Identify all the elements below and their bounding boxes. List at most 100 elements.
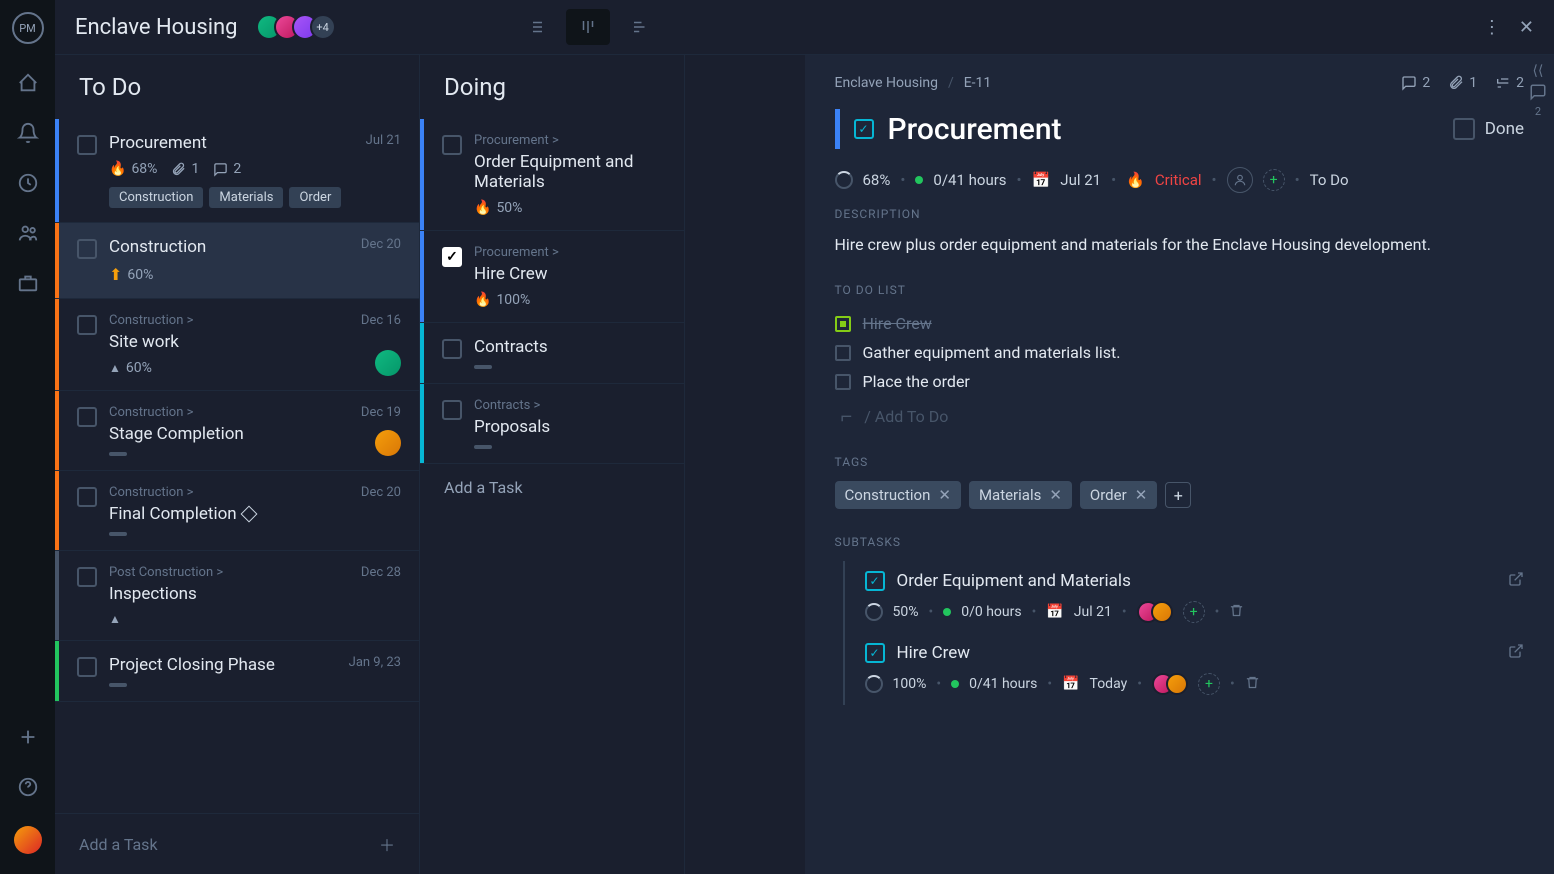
task-checkbox[interactable]: [77, 567, 97, 587]
home-icon[interactable]: [17, 72, 39, 94]
task-checkbox[interactable]: [77, 407, 97, 427]
task-checkbox[interactable]: [77, 135, 97, 155]
calendar-icon: 📅: [1062, 676, 1079, 692]
subtask-title: Hire Crew: [897, 643, 1497, 663]
remove-tag-icon[interactable]: ✕: [938, 486, 951, 504]
card-parent: Procurement >: [474, 133, 666, 148]
card-parent: Procurement >: [474, 245, 666, 260]
todolist-label: To Do List: [835, 283, 1525, 297]
task-card[interactable]: Procurement 🔥68%12 ConstructionMaterials…: [55, 119, 419, 223]
task-type-icon: [854, 119, 874, 139]
attachments-count[interactable]: 1: [1448, 75, 1477, 91]
task-title[interactable]: Procurement: [888, 112, 1439, 147]
breadcrumb-project[interactable]: Enclave Housing: [835, 75, 938, 91]
status[interactable]: To Do: [1310, 171, 1349, 189]
todo-checkbox[interactable]: [835, 345, 851, 361]
description-text[interactable]: Hire crew plus order equipment and mater…: [835, 233, 1525, 257]
app-logo: PM: [12, 12, 44, 44]
add-assignee-button[interactable]: +: [1198, 673, 1220, 695]
todo-checkbox[interactable]: [835, 374, 851, 390]
card-avatar: [375, 430, 401, 456]
milestone-icon: [240, 506, 257, 523]
subtask-item[interactable]: Hire Crew 100%• 0/41 hours• 📅Today• +•: [843, 633, 1525, 705]
task-card[interactable]: Construction > Site work ▲60% Dec 16: [55, 299, 419, 391]
delete-subtask-icon[interactable]: [1245, 675, 1260, 694]
card-parent: Construction >: [109, 485, 401, 500]
kanban-board: To Do Procurement 🔥68%12 ConstructionMat…: [55, 55, 805, 874]
add-icon[interactable]: [17, 726, 39, 748]
task-card[interactable]: Construction > Stage Completion Dec 19: [55, 391, 419, 471]
board-view-icon[interactable]: [566, 9, 610, 45]
task-card[interactable]: Construction > Final Completion Dec 20: [55, 471, 419, 551]
task-card[interactable]: Procurement > Order Equipment and Materi…: [420, 119, 684, 231]
view-switcher: [514, 9, 662, 45]
remove-tag-icon[interactable]: ✕: [1135, 486, 1148, 504]
app-sidebar: PM: [0, 0, 55, 874]
task-checkbox[interactable]: [77, 315, 97, 335]
card-date: Dec 28: [361, 565, 401, 580]
task-card[interactable]: Post Construction > Inspections ▲ Dec 28: [55, 551, 419, 641]
task-checkbox[interactable]: [77, 657, 97, 677]
fire-icon: 🔥: [1126, 171, 1145, 189]
delete-subtask-icon[interactable]: [1229, 603, 1244, 622]
close-icon[interactable]: ✕: [1519, 17, 1534, 38]
task-checkbox[interactable]: [442, 400, 462, 420]
user-avatar[interactable]: [14, 826, 42, 854]
card-color-bar: [55, 641, 59, 701]
bell-icon[interactable]: [17, 122, 39, 144]
help-icon[interactable]: [17, 776, 39, 798]
percent: 68%: [863, 171, 891, 189]
task-card[interactable]: Project Closing Phase Jan 9, 23: [55, 641, 419, 702]
todo-item[interactable]: Place the order: [835, 367, 1525, 396]
task-card[interactable]: Contracts: [420, 323, 684, 384]
fire-icon: 🔥: [474, 200, 491, 216]
card-color-bar: [55, 299, 59, 390]
add-task-button[interactable]: Add a Task: [420, 464, 684, 511]
task-checkbox[interactable]: [77, 239, 97, 259]
task-checkbox[interactable]: ✓: [442, 247, 462, 267]
people-icon[interactable]: [17, 222, 39, 244]
task-card[interactable]: ✓ Procurement > Hire Crew 🔥100%: [420, 231, 684, 323]
open-subtask-icon[interactable]: [1508, 643, 1524, 663]
tag-chip[interactable]: Construction ✕: [835, 481, 961, 509]
task-checkbox[interactable]: [77, 487, 97, 507]
done-toggle[interactable]: Done: [1453, 118, 1524, 140]
assignee-icon[interactable]: [1227, 167, 1253, 193]
add-tag-button[interactable]: +: [1165, 482, 1191, 508]
todo-item[interactable]: Gather equipment and materials list.: [835, 338, 1525, 367]
gantt-view-icon[interactable]: [618, 9, 662, 45]
priority[interactable]: Critical: [1155, 171, 1202, 189]
card-title: Order Equipment and Materials: [474, 152, 666, 192]
breadcrumb-id: E-11: [964, 75, 992, 91]
remove-tag-icon[interactable]: ✕: [1049, 486, 1062, 504]
task-card[interactable]: Contracts > Proposals: [420, 384, 684, 464]
tag-chip[interactable]: Materials ✕: [969, 481, 1072, 509]
tag-chip[interactable]: Order ✕: [1080, 481, 1157, 509]
more-icon[interactable]: ⋮: [1483, 17, 1501, 38]
subtask-item[interactable]: Order Equipment and Materials 50%• 0/0 h…: [843, 561, 1525, 633]
avatar-more[interactable]: +4: [310, 14, 336, 40]
comments-count[interactable]: 2: [1401, 75, 1430, 91]
add-assignee-button[interactable]: +: [1263, 169, 1285, 191]
todo-checkbox[interactable]: [835, 316, 851, 332]
member-avatars[interactable]: +4: [256, 14, 336, 40]
card-title: Final Completion: [109, 504, 401, 524]
due-date[interactable]: Jul 21: [1060, 171, 1101, 189]
add-task-button[interactable]: Add a Task ＋: [55, 813, 419, 874]
add-todo-button[interactable]: ⌐ / Add To Do: [835, 396, 1525, 429]
list-view-icon[interactable]: [514, 9, 558, 45]
task-checkbox[interactable]: [442, 339, 462, 359]
card-date: Jul 21: [366, 133, 401, 148]
todo-item[interactable]: Hire Crew: [835, 309, 1525, 338]
subtasks-count[interactable]: 2: [1495, 75, 1524, 91]
card-title: Proposals: [474, 417, 666, 437]
card-title: Hire Crew: [474, 264, 666, 284]
task-checkbox[interactable]: [442, 135, 462, 155]
add-assignee-button[interactable]: +: [1183, 601, 1205, 623]
open-subtask-icon[interactable]: [1508, 571, 1524, 591]
task-card[interactable]: Construction ⬆60% Dec 20: [55, 223, 419, 299]
briefcase-icon[interactable]: [17, 272, 39, 294]
arrow-up-icon: ⬆: [109, 265, 122, 284]
collapse-panel-icon[interactable]: ⟨⟨ 2: [1522, 63, 1554, 118]
clock-icon[interactable]: [17, 172, 39, 194]
